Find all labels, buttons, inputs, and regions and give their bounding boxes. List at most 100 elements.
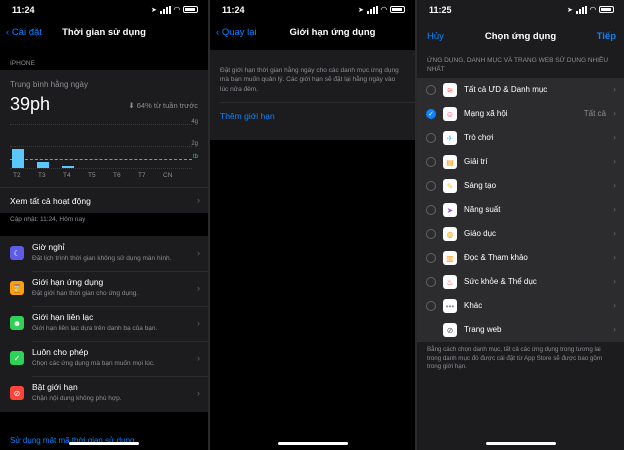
radio-circle-icon[interactable] xyxy=(426,301,436,311)
category-row[interactable]: ➤ Năng suất › xyxy=(417,198,624,222)
status-bar: 11:25 ➤ ◠ xyxy=(417,4,624,18)
settings-row[interactable]: ⊘ Bật giới hạn Chặn nội dung không phù hợp… xyxy=(0,376,208,412)
bar-t3 xyxy=(37,161,49,168)
settings-row[interactable]: ☻ Giới hạn liên lạc Giới hạn liên lạc dựa … xyxy=(0,306,208,342)
status-bar: 11:24 ➤ ◠ xyxy=(210,4,415,18)
radio-circle-icon[interactable] xyxy=(426,181,436,191)
bar-t4 xyxy=(62,165,74,168)
settings-row-title: Giờ nghỉ xyxy=(32,242,65,252)
location-icon: ➤ xyxy=(150,6,157,14)
settings-row-subtitle: Chặn nội dung không phù hợp. xyxy=(32,395,122,402)
section-label: IPHONE xyxy=(10,60,35,67)
gridline-top xyxy=(10,124,192,125)
home-indicator xyxy=(485,442,556,445)
tick-label-avg: tb xyxy=(192,154,198,160)
status-icons: ➤ ◠ xyxy=(151,5,198,14)
location-icon: ➤ xyxy=(566,6,573,14)
weekly-change-text: 64% từ tuần trước xyxy=(136,101,198,110)
category-row[interactable]: ⊘ Trang web › xyxy=(417,318,624,342)
signal-icon xyxy=(575,5,587,14)
gridline-base xyxy=(10,168,192,169)
category-label: Trang web xyxy=(464,325,502,334)
section-header: ỨNG DỤNG, DANH MỤC VÀ TRANG WEB SỬ DỤNG … xyxy=(427,57,609,74)
status-icons: ➤ ◠ xyxy=(358,5,405,14)
category-label: Sức khỏe & Thể dục xyxy=(464,277,537,286)
chevron-right-icon: › xyxy=(613,324,616,334)
block-icon: ⊘ xyxy=(10,386,24,400)
book-icon: ▥ xyxy=(443,251,457,265)
category-label: Giải trí xyxy=(464,157,488,166)
radio-circle-icon[interactable] xyxy=(426,85,436,95)
settings-row[interactable]: ✓ Luôn cho phép Chọn các ứng dụng mà bạn m… xyxy=(0,341,208,377)
day-label: T5 xyxy=(88,172,96,179)
category-value: Tất cả xyxy=(583,109,606,118)
category-row[interactable]: ≋ Tất cả ƯD & Danh mục › xyxy=(417,78,624,102)
day-label: T3 xyxy=(38,172,46,179)
app-limits-card: Đặt giới hạn thời gian hằng ngày cho các… xyxy=(210,50,415,140)
checkmark-circle-icon[interactable]: ✓ xyxy=(426,109,436,119)
popcorn-icon: ▤ xyxy=(443,155,457,169)
radio-circle-icon[interactable] xyxy=(426,157,436,167)
average-line xyxy=(10,159,192,160)
settings-row[interactable]: ☾ Giờ nghỉ Đặt lịch trình thời gian không … xyxy=(0,236,208,272)
settings-row-title: Bật giới hạn xyxy=(32,382,78,392)
category-label: Trò chơi xyxy=(464,133,494,142)
tick-label-0: 4g xyxy=(191,119,198,125)
chat-bubble-icon: ☺ xyxy=(443,107,457,121)
category-row[interactable]: ▥ Đọc & Tham khảo › xyxy=(417,246,624,270)
category-row[interactable]: ••• Khác › xyxy=(417,294,624,318)
tick-label-1: 2g xyxy=(191,141,198,147)
chevron-right-icon: › xyxy=(197,248,200,258)
page-title: Chọn ứng dụng xyxy=(484,31,557,42)
category-row[interactable]: ✈ Trò chơi › xyxy=(417,126,624,150)
wifi-icon: ◠ xyxy=(380,5,387,14)
screen-time-screen: 11:24 ➤ ◠ ‹ Cài đặt Thời gian sử dụng IP… xyxy=(0,0,208,450)
category-row[interactable]: ▤ Giải trí › xyxy=(417,150,624,174)
chevron-right-icon: › xyxy=(197,388,200,398)
battery-icon xyxy=(390,6,405,13)
wifi-icon: ◠ xyxy=(589,5,596,14)
radio-circle-icon[interactable] xyxy=(426,229,436,239)
globe-icon: ◍ xyxy=(443,227,457,241)
palette-icon: ✎ xyxy=(443,179,457,193)
separator xyxy=(220,102,415,103)
person-icon: ☻ xyxy=(10,316,24,330)
category-row[interactable]: ♨ Sức khỏe & Thể dục › xyxy=(417,270,624,294)
radio-circle-icon[interactable] xyxy=(426,277,436,287)
compass-icon: ⊘ xyxy=(443,323,457,337)
settings-row-title: Giới hạn liên lạc xyxy=(32,312,94,322)
day-label: T6 xyxy=(113,172,121,179)
chevron-right-icon: › xyxy=(613,132,616,142)
home-indicator xyxy=(277,442,348,445)
page-title: Giới hạn ứng dụng xyxy=(289,27,376,38)
paper-plane-icon: ➤ xyxy=(443,203,457,217)
bar-t2 xyxy=(12,149,24,168)
next-button[interactable]: Tiếp xyxy=(597,31,616,42)
status-bar: 11:24 ➤ ◠ xyxy=(0,4,208,18)
chevron-right-icon: › xyxy=(197,283,200,293)
daily-average-value: 39ph xyxy=(10,94,51,114)
see-all-activity-row[interactable]: Xem tất cả hoạt động › xyxy=(0,187,208,213)
settings-row-subtitle: Chọn các ứng dụng mà bạn muốn mọi lúc. xyxy=(32,360,155,367)
radio-circle-icon[interactable] xyxy=(426,133,436,143)
radio-circle-icon[interactable] xyxy=(426,205,436,215)
gridline-mid xyxy=(10,146,192,147)
signal-icon xyxy=(366,5,378,14)
ellipsis-icon: ••• xyxy=(443,299,457,313)
add-limit-button[interactable]: Thêm giới hạn xyxy=(220,111,275,121)
category-row[interactable]: ✎ Sáng tạo › xyxy=(417,174,624,198)
category-row[interactable]: ◍ Giáo dục › xyxy=(417,222,624,246)
category-footer: Bằng cách chọn danh mục, tất cả các ứng … xyxy=(427,346,602,371)
settings-row-subtitle: Đặt giới hạn thời gian cho ứng dụng. xyxy=(32,290,139,297)
page-title: Thời gian sử dụng xyxy=(62,27,146,38)
category-label: Đọc & Tham khảo xyxy=(464,253,528,262)
settings-row[interactable]: ⌛ Giới hạn ứng dụng Đặt giới hạn thời gian… xyxy=(0,271,208,307)
status-time: 11:25 xyxy=(429,5,452,15)
stack-icon: ≋ xyxy=(443,83,457,97)
usage-chart: 4g 2g tb xyxy=(10,119,198,174)
category-row[interactable]: ✓ ☺ Mạng xã hội Tất cả › xyxy=(417,102,624,126)
chevron-right-icon: › xyxy=(613,84,616,94)
nav-bar: ‹ Quay lại Giới hạn ứng dụng xyxy=(210,24,415,44)
radio-circle-icon[interactable] xyxy=(426,253,436,263)
day-label: T2 xyxy=(13,172,21,179)
